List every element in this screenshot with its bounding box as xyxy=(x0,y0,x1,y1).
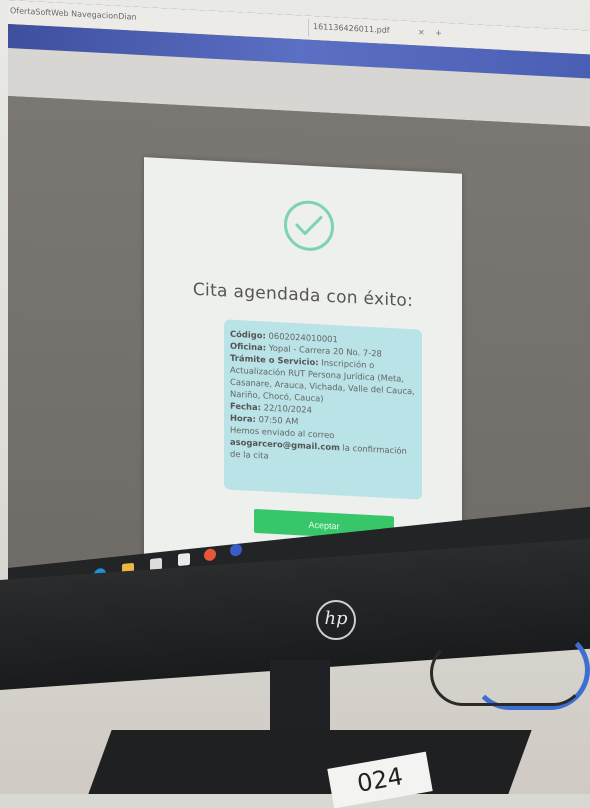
codigo-label: Código: xyxy=(230,328,266,341)
app-icon[interactable] xyxy=(230,543,242,557)
pdf-tab-label: 161136426011.pdf xyxy=(313,21,390,35)
checkmark-icon xyxy=(295,215,323,236)
success-check-icon xyxy=(284,199,334,253)
hp-logo: hp xyxy=(316,600,356,640)
hora-label: Hora: xyxy=(230,412,256,424)
fecha-label: Fecha: xyxy=(230,400,261,413)
mail-icon[interactable] xyxy=(178,552,190,567)
black-cable xyxy=(430,640,586,706)
chrome-icon[interactable] xyxy=(204,548,216,562)
appointment-details: Código: 0602024010001 Oficina: Yopal - C… xyxy=(224,319,422,500)
close-tab-icon[interactable]: × xyxy=(418,27,425,36)
tramite-value: Inscripción o Actualización RUT Persona … xyxy=(230,357,415,404)
tab-pdf[interactable]: 161136426011.pdf xyxy=(313,22,390,35)
oficina-label: Oficina: xyxy=(230,340,267,353)
monitor-stand-base xyxy=(88,730,532,794)
tab-divider xyxy=(308,18,309,37)
tab-navegacion[interactable]: OfertaSoftWeb NavegacionDian xyxy=(10,6,137,22)
photo-scene: OfertaSoftWeb NavegacionDian 16113642601… xyxy=(0,0,590,808)
new-tab-icon[interactable]: + xyxy=(435,28,442,37)
dialog-title: Cita agendada con éxito: xyxy=(192,279,414,312)
tab-controls: × + xyxy=(418,27,442,37)
